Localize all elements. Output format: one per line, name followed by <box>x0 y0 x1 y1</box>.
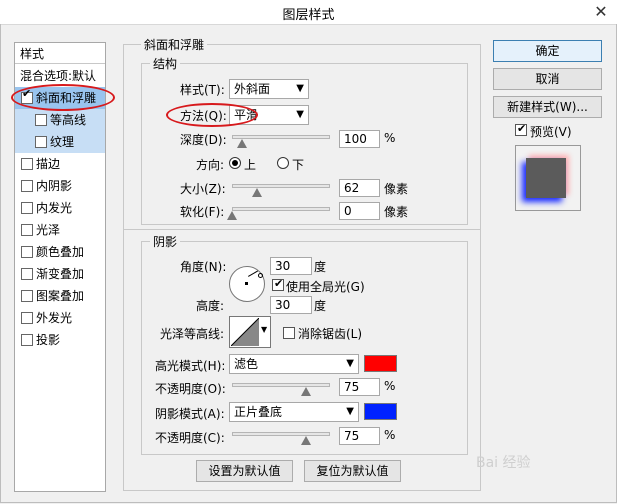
preview-checkbox[interactable]: ✔ <box>515 122 527 136</box>
style-list-item-label: 渐变叠加 <box>36 267 85 281</box>
bevel-style-value: 外斜面 <box>234 82 271 96</box>
soften-input[interactable]: 0 <box>339 202 380 220</box>
depth-unit: % <box>384 131 396 145</box>
style-list-item-label: 投影 <box>36 333 61 347</box>
style-list-item-label: 纹理 <box>50 135 75 149</box>
chevron-down-icon: ▼ <box>296 109 304 120</box>
style-list-item[interactable]: 内发光 <box>15 197 105 219</box>
style-preview-thumbnail <box>515 145 581 211</box>
direction-up-label: 上 <box>244 158 257 172</box>
depth-label: 深度(D): <box>180 133 227 147</box>
style-checkbox[interactable] <box>21 246 33 258</box>
style-list-item-label: 等高线 <box>50 113 87 127</box>
style-checkbox[interactable] <box>21 158 33 170</box>
style-checkbox[interactable] <box>21 224 33 236</box>
direction-down-label: 下 <box>292 158 305 172</box>
style-list-item-label: 描边 <box>36 157 61 171</box>
direction-label: 方向: <box>196 158 225 172</box>
style-list-item-label: 图案叠加 <box>36 289 85 303</box>
annotation-oval-technique <box>166 103 258 127</box>
new-style-button[interactable]: 新建样式(W)... <box>493 96 602 118</box>
style-list-item[interactable]: 外发光 <box>15 307 105 329</box>
style-list-item[interactable]: 颜色叠加 <box>15 241 105 263</box>
style-list-item[interactable]: 渐变叠加 <box>15 263 105 285</box>
annotation-oval-bevel <box>11 84 115 111</box>
soften-unit: 像素 <box>384 205 409 219</box>
preview-shape <box>526 158 566 198</box>
size-unit: 像素 <box>384 182 409 196</box>
style-list-item[interactable]: 图案叠加 <box>15 285 105 307</box>
style-checkbox[interactable] <box>21 312 33 324</box>
style-list-item[interactable]: 描边 <box>15 153 105 175</box>
style-list-item-label: 光泽 <box>36 223 61 237</box>
preview-label: 预览(V) <box>530 125 572 139</box>
soften-slider-thumb[interactable] <box>227 211 237 220</box>
style-checkbox[interactable] <box>35 114 47 126</box>
style-list-item[interactable]: 等高线 <box>15 109 105 131</box>
style-list-item[interactable]: 内阴影 <box>15 175 105 197</box>
size-label: 大小(Z): <box>180 182 226 196</box>
watermark: Bai 经验 <box>476 455 531 471</box>
radio-selected-dot <box>232 160 238 166</box>
window-title: 图层样式 <box>282 8 335 23</box>
style-checkbox[interactable] <box>21 202 33 214</box>
ok-button[interactable]: 确定 <box>493 40 602 62</box>
style-checkbox[interactable] <box>21 180 33 192</box>
direction-up-radio[interactable] <box>229 157 241 169</box>
reset-default-button[interactable]: 复位为默认值 <box>304 460 401 482</box>
style-checkbox[interactable] <box>21 268 33 280</box>
structure-title: 结构 <box>150 55 181 72</box>
style-checkbox[interactable] <box>21 290 33 302</box>
soften-slider-track[interactable] <box>232 207 330 211</box>
close-icon[interactable]: ✕ <box>588 1 614 23</box>
style-list-item-label: 颜色叠加 <box>36 245 85 259</box>
size-slider-thumb[interactable] <box>251 188 262 197</box>
style-list-item-label: 内发光 <box>36 201 73 215</box>
checkmark-icon: ✔ <box>517 122 527 135</box>
bevel-emboss-title: 斜面和浮雕 <box>141 36 208 53</box>
depth-input[interactable]: 100 <box>339 130 380 148</box>
style-list-item[interactable]: 投影 <box>15 329 105 351</box>
style-checkbox[interactable] <box>35 136 47 148</box>
shading-outer-frame <box>123 230 481 491</box>
cancel-button[interactable]: 取消 <box>493 68 602 90</box>
soften-label: 软化(F): <box>180 205 225 219</box>
style-list-item-label: 外发光 <box>36 311 73 325</box>
style-list-header: 样式 <box>15 43 105 64</box>
chevron-down-icon: ▼ <box>296 83 304 94</box>
style-list-item-label: 内阴影 <box>36 179 73 193</box>
style-list-item[interactable]: 光泽 <box>15 219 105 241</box>
style-list-item[interactable]: 纹理 <box>15 131 105 153</box>
size-input[interactable]: 62 <box>339 179 380 197</box>
size-slider-track[interactable] <box>232 184 330 188</box>
style-label: 样式(T): <box>180 83 225 97</box>
depth-slider-thumb[interactable] <box>236 139 247 148</box>
make-default-button[interactable]: 设置为默认值 <box>196 460 293 482</box>
style-checkbox[interactable] <box>21 334 33 346</box>
bevel-style-select[interactable]: 外斜面 ▼ <box>229 79 309 99</box>
direction-down-radio[interactable] <box>277 157 289 169</box>
